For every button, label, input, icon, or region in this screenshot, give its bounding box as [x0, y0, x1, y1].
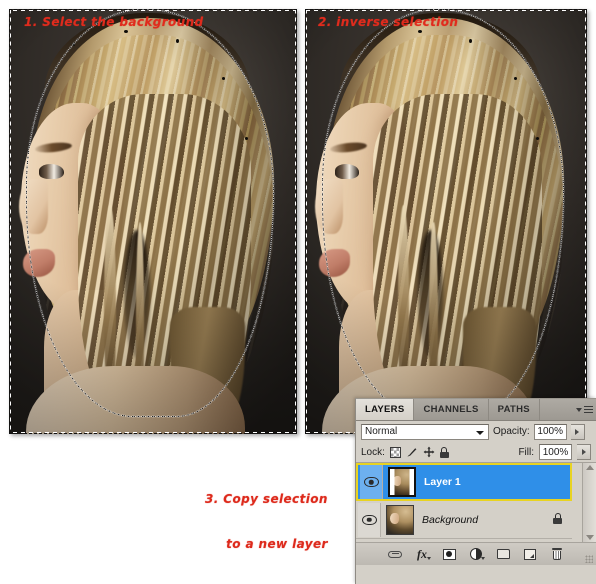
- scroll-up-icon[interactable]: [585, 465, 594, 470]
- tab-layers-label: LAYERS: [365, 404, 405, 415]
- scroll-down-icon[interactable]: [585, 535, 594, 540]
- annotation-step-3: 3. Copy selection to a new layer: [205, 462, 328, 567]
- eye-icon: [363, 477, 379, 487]
- layers-panel[interactable]: LAYERS CHANNELS PATHS Normal Opacity: 10…: [355, 398, 596, 584]
- nose: [314, 179, 344, 235]
- hair-speckle: [468, 38, 472, 43]
- layers-panel-footer: fx: [356, 542, 596, 565]
- layer-name-label: Background: [422, 513, 479, 526]
- blend-mode-value: Normal: [365, 426, 398, 437]
- fill-label: Fill:: [518, 446, 534, 458]
- table-row[interactable]: Background: [356, 501, 572, 539]
- layer-thumbnail[interactable]: [386, 504, 414, 535]
- lock-position-icon[interactable]: [423, 446, 435, 458]
- eye: [334, 164, 359, 179]
- chevron-down-icon: [476, 430, 484, 435]
- photo-canvas-2: [305, 9, 587, 434]
- table-row[interactable]: Layer 1: [356, 463, 572, 501]
- opacity-slider-button[interactable]: [570, 423, 585, 440]
- chevron-down-icon: [575, 407, 582, 412]
- new-group-icon[interactable]: [496, 547, 511, 561]
- hair-speckle: [513, 77, 517, 80]
- annotation-step-1: 1. Select the background: [24, 15, 204, 29]
- lock-fill-row: Lock: Fill: 100%: [356, 442, 596, 462]
- tab-bar-spacer: [539, 399, 572, 420]
- lock-image-pixels-icon[interactable]: [406, 446, 418, 458]
- hair-speckle: [245, 136, 249, 140]
- lock-all-icon[interactable]: [439, 446, 449, 458]
- blend-mode-select[interactable]: Normal: [361, 423, 489, 440]
- layer-thumbnail[interactable]: [388, 467, 416, 497]
- new-adjustment-layer-icon[interactable]: [469, 547, 485, 561]
- add-layer-mask-icon[interactable]: [442, 547, 457, 561]
- image-panel-select-background[interactable]: [9, 9, 297, 434]
- layer-visibility-toggle[interactable]: [358, 502, 381, 537]
- tab-paths-label: PATHS: [497, 404, 530, 415]
- blend-opacity-row: Normal Opacity: 100%: [356, 421, 596, 442]
- link-layers-icon[interactable]: [388, 547, 403, 561]
- fill-slider-button[interactable]: [577, 444, 591, 460]
- annotation-step-3-line-2: to a new layer: [226, 537, 328, 551]
- eye-icon: [361, 514, 377, 525]
- layer-list[interactable]: Layer 1 Background: [356, 462, 596, 542]
- hair-speckle: [176, 38, 180, 43]
- layer-thumbnail-face: [390, 512, 399, 524]
- opacity-input[interactable]: 100%: [533, 423, 567, 440]
- tab-layers[interactable]: LAYERS: [356, 399, 415, 420]
- delete-layer-icon[interactable]: [550, 547, 565, 561]
- fill-input[interactable]: 100%: [539, 444, 572, 460]
- new-layer-icon[interactable]: [523, 547, 538, 561]
- layer-visibility-toggle[interactable]: [360, 465, 383, 499]
- tab-channels[interactable]: CHANNELS: [414, 399, 489, 420]
- lock-icon: [553, 512, 562, 524]
- layer-thumbnail-transparency: [390, 469, 414, 495]
- lock-transparent-pixels-icon[interactable]: [389, 446, 401, 458]
- layer-list-scrollbar[interactable]: [582, 463, 596, 542]
- nose: [19, 179, 48, 235]
- layer-style-fx-icon[interactable]: fx: [415, 547, 431, 561]
- photo-canvas-1: [9, 9, 297, 434]
- lock-label: Lock:: [361, 446, 385, 458]
- opacity-label: Opacity:: [493, 426, 530, 437]
- fill-value: 100%: [542, 446, 569, 458]
- hair-speckle: [536, 136, 540, 140]
- tab-paths[interactable]: PATHS: [488, 399, 540, 420]
- panel-tab-bar: LAYERS CHANNELS PATHS: [356, 399, 596, 421]
- opacity-value: 100%: [537, 426, 563, 437]
- image-panel-inverse-selection[interactable]: [305, 9, 587, 434]
- hamburger-icon: [583, 405, 593, 414]
- eye: [39, 164, 64, 179]
- panel-menu-icon[interactable]: [572, 399, 596, 420]
- annotation-step-2: 2. inverse selection: [318, 15, 459, 29]
- layer-locked-badge: [553, 512, 562, 527]
- layer-name-label: Layer 1: [424, 476, 461, 488]
- annotation-step-3-line-1: 3. Copy selection: [205, 492, 328, 506]
- resize-grip-icon[interactable]: [585, 555, 593, 563]
- tab-channels-label: CHANNELS: [423, 404, 479, 415]
